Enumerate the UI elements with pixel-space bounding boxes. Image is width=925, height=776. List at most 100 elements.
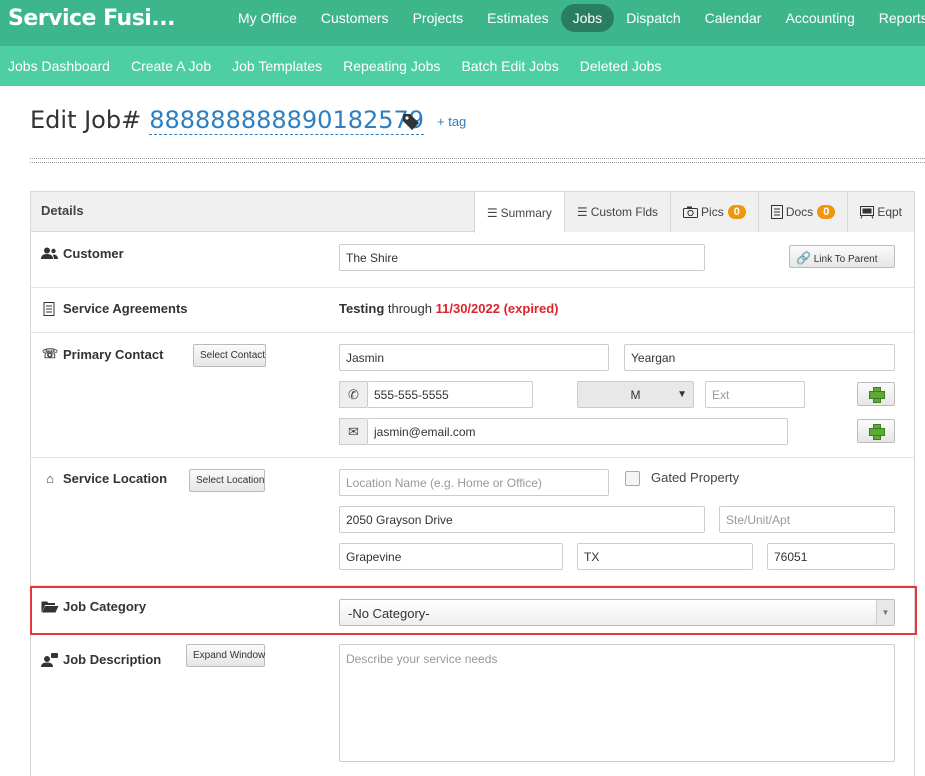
brand-logo[interactable]: Service Fusi...	[8, 6, 175, 31]
details-tabs: ☰ Summary ☰ Custom Flds Pics 0 Docs 0 Eq…	[473, 192, 914, 233]
link-to-parent-button[interactable]: 🔗 Link To Parent	[789, 245, 895, 268]
primary-contact-label-text: Primary Contact	[63, 346, 164, 362]
agreement-summary: Testing through 11/30/2022 (expired)	[339, 301, 559, 316]
nav-accounting[interactable]: Accounting	[773, 4, 866, 32]
last-name-input[interactable]: Yeargan	[624, 344, 895, 371]
service-agreements-row: Service Agreements Testing through 11/30…	[31, 288, 914, 333]
tab-summary[interactable]: ☰ Summary	[473, 192, 564, 233]
zip-input[interactable]: 76051	[767, 543, 895, 570]
tab-equipment[interactable]: Eqpt	[847, 192, 914, 232]
plus-icon	[869, 424, 885, 440]
phone-type-value: M	[630, 387, 641, 402]
document-icon	[770, 205, 783, 219]
list-icon: ☰	[486, 205, 498, 220]
customer-row: Customer The Shire 🔗 Link To Parent	[31, 233, 914, 288]
link-icon: 🔗	[796, 251, 811, 265]
subnav-jobs-dashboard[interactable]: Jobs Dashboard	[0, 58, 118, 74]
email-input[interactable]: jasmin@email.com	[367, 418, 788, 445]
service-location-label: ⌂ Service Location	[41, 471, 167, 486]
details-panel-header: Details ☰ Summary ☰ Custom Flds Pics 0 D…	[31, 192, 914, 233]
nav-estimates[interactable]: Estimates	[475, 4, 560, 32]
tab-custom-fields[interactable]: ☰ Custom Flds	[563, 192, 671, 232]
customer-label-text: Customer	[63, 246, 124, 261]
jobs-submenu: Jobs Dashboard Create A Job Job Template…	[0, 46, 673, 86]
subnav-repeating-jobs[interactable]: Repeating Jobs	[334, 58, 448, 74]
state-input[interactable]: TX	[577, 543, 753, 570]
primary-contact-row: ☏ Primary Contact Select Contact Jasmin …	[31, 333, 914, 458]
subnav-batch-edit-jobs[interactable]: Batch Edit Jobs	[452, 58, 566, 74]
nav-dispatch[interactable]: Dispatch	[614, 4, 692, 32]
page-title-label: Edit Job#	[30, 106, 142, 134]
nav-my-office[interactable]: My Office	[226, 4, 309, 32]
select-contact-button[interactable]: Select Contact	[193, 344, 266, 367]
page-title: Edit Job# 888888888890182579	[30, 106, 425, 135]
link-to-parent-label: Link To Parent	[813, 254, 878, 265]
ext-input[interactable]: Ext	[705, 381, 805, 408]
nav-reports[interactable]: Reports	[867, 4, 925, 32]
primary-contact-label: ☏ Primary Contact	[41, 346, 164, 362]
chevron-down-icon: ▼	[677, 389, 687, 400]
tab-summary-label: Summary	[500, 205, 552, 220]
phone-input[interactable]: 555-555-5555	[367, 381, 533, 408]
camera-icon	[683, 206, 699, 218]
tag-icon[interactable]	[402, 113, 420, 131]
home-icon: ⌂	[46, 471, 54, 486]
tab-docs[interactable]: Docs 0	[757, 192, 848, 232]
job-number-link[interactable]: 888888888890182579	[149, 106, 425, 135]
customer-label: Customer	[41, 246, 124, 261]
details-panel: Details ☰ Summary ☰ Custom Flds Pics 0 D…	[30, 191, 915, 776]
main-menu: My Office Customers Projects Estimates J…	[226, 4, 925, 32]
sub-navigation-bar: Jobs Dashboard Create A Job Job Template…	[0, 46, 925, 86]
customer-input[interactable]: The Shire	[339, 244, 705, 271]
job-description-textarea[interactable]: Describe your service needs	[339, 644, 895, 762]
service-agreements-label: Service Agreements	[41, 301, 188, 316]
expand-window-button[interactable]: Expand Window	[186, 644, 265, 667]
service-agreements-label-text: Service Agreements	[63, 301, 188, 316]
phone-icon: ✆	[339, 381, 367, 408]
location-name-input[interactable]: Location Name (e.g. Home or Office)	[339, 469, 609, 496]
plus-icon	[869, 387, 885, 403]
envelope-icon: ✉	[339, 418, 367, 445]
top-navigation-bar: Service Fusi... My Office Customers Proj…	[0, 0, 925, 46]
service-location-row: ⌂ Service Location Select Location Locat…	[31, 458, 914, 586]
agreement-through: through	[387, 301, 432, 316]
service-location-label-text: Service Location	[63, 471, 168, 486]
job-category-highlight	[30, 586, 917, 635]
phone-type-select[interactable]: M ▼	[577, 381, 694, 408]
tab-eqpt-label: Eqpt	[877, 205, 902, 219]
nav-jobs[interactable]: Jobs	[560, 4, 615, 32]
tab-pics[interactable]: Pics 0	[670, 192, 758, 232]
gated-property-label[interactable]: Gated Property	[651, 470, 739, 485]
nav-projects[interactable]: Projects	[401, 4, 476, 32]
docs-count-badge: 0	[817, 205, 836, 219]
city-input[interactable]: Grapevine	[339, 543, 563, 570]
street-input[interactable]: 2050 Grayson Drive	[339, 506, 705, 533]
telephone-icon: ☏	[41, 346, 59, 361]
details-heading: Details	[41, 203, 84, 218]
add-tag-link[interactable]: + tag	[437, 114, 466, 129]
job-description-label: Job Description	[41, 652, 161, 667]
agreement-date: 11/30/2022	[435, 301, 500, 316]
agreement-status: (expired)	[503, 301, 559, 316]
subnav-job-templates[interactable]: Job Templates	[223, 58, 330, 74]
agreement-name[interactable]: Testing	[339, 301, 384, 316]
nav-customers[interactable]: Customers	[309, 4, 401, 32]
document-list-icon	[43, 301, 55, 316]
select-location-button[interactable]: Select Location	[189, 469, 265, 492]
add-phone-button[interactable]	[857, 382, 895, 406]
unit-input[interactable]: Ste/Unit/Apt	[719, 506, 895, 533]
tab-custom-label: Custom Flds	[590, 205, 659, 219]
subnav-create-job[interactable]: Create A Job	[122, 58, 219, 74]
job-description-label-text: Job Description	[63, 652, 162, 667]
nav-calendar[interactable]: Calendar	[693, 4, 774, 32]
equipment-icon	[860, 205, 875, 219]
first-name-input[interactable]: Jasmin	[339, 344, 609, 371]
list-icon: ☰	[576, 205, 588, 219]
user-comment-icon	[41, 652, 58, 667]
subnav-deleted-jobs[interactable]: Deleted Jobs	[571, 58, 670, 74]
gated-property-checkbox[interactable]	[625, 471, 640, 486]
tab-docs-label: Docs	[785, 205, 814, 219]
tab-pics-label: Pics	[701, 205, 724, 219]
divider	[30, 158, 925, 163]
add-email-button[interactable]	[857, 419, 895, 443]
